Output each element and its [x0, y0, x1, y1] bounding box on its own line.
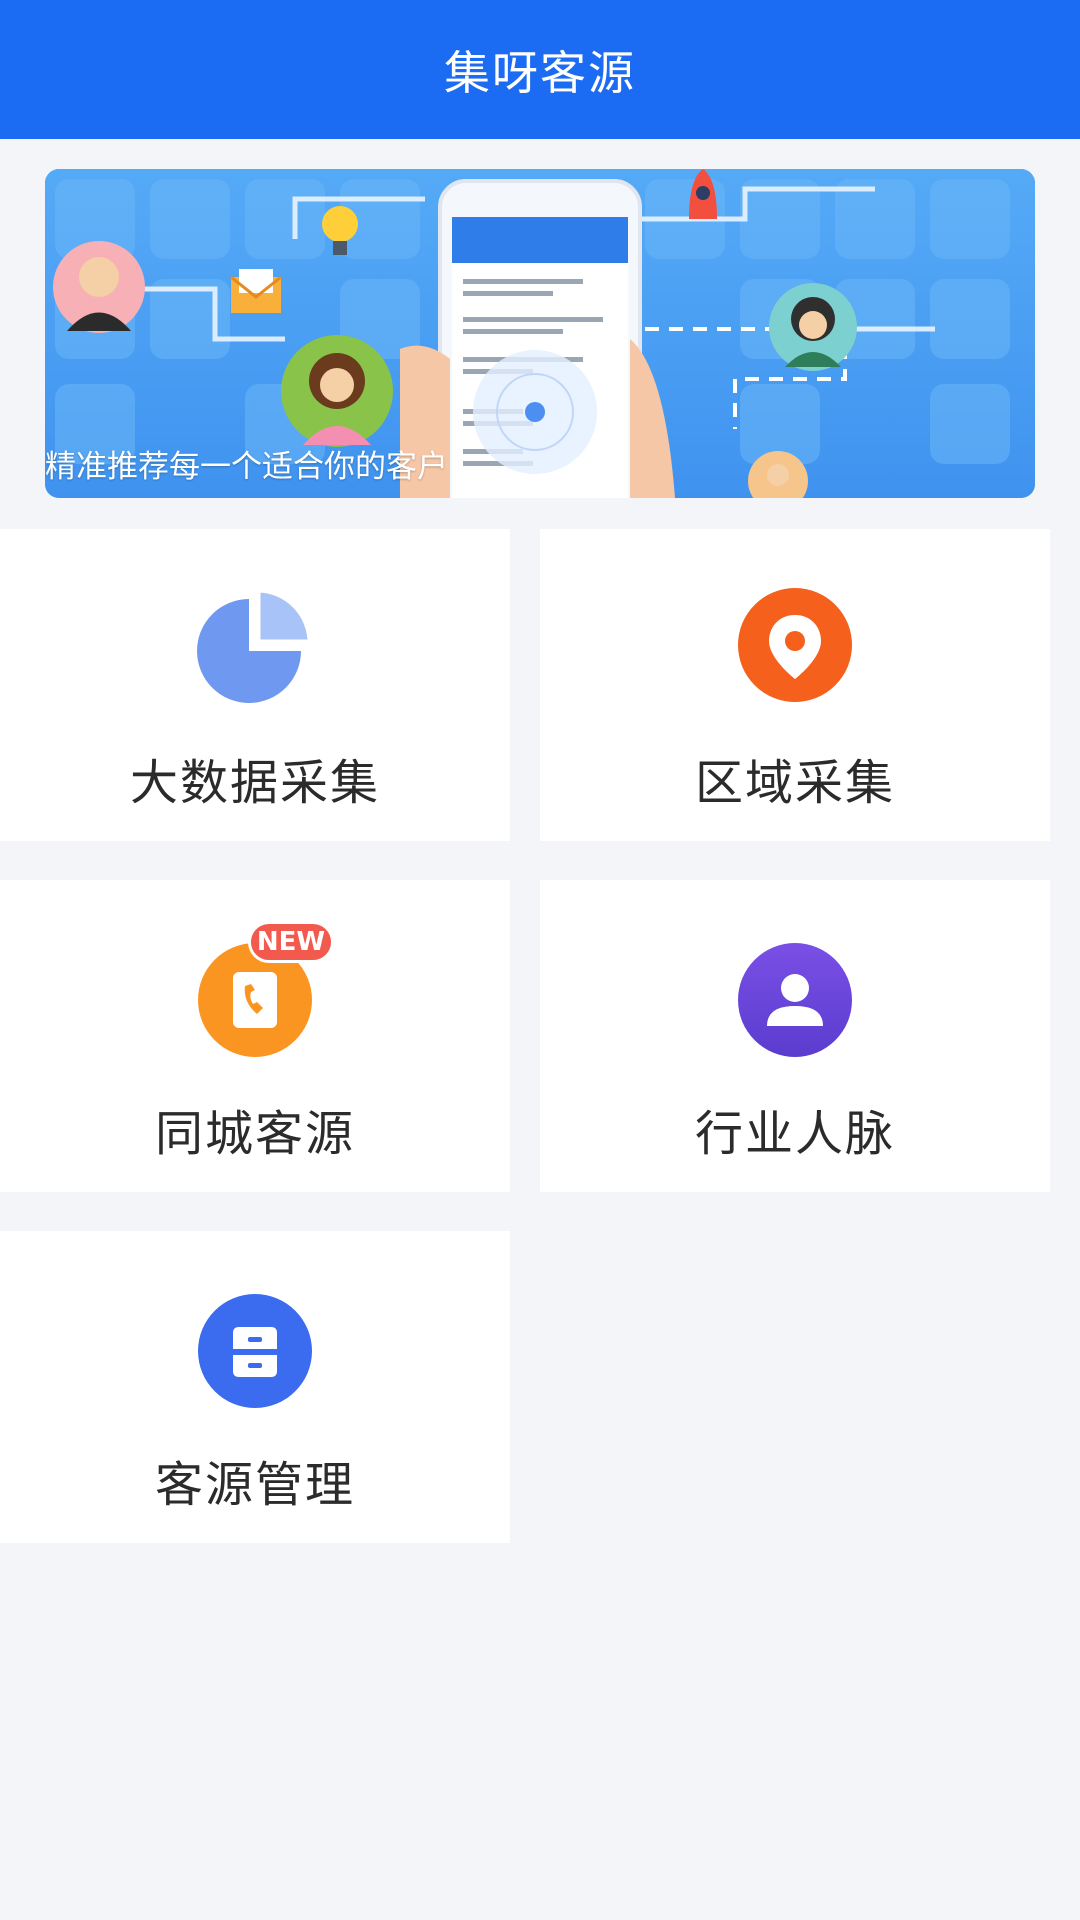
location-pin-icon [738, 588, 852, 702]
page-title: 集呀客源 [444, 45, 636, 100]
big-data-collection-card[interactable]: 大数据采集 [0, 529, 510, 841]
region-collection-card[interactable]: 区域采集 [540, 529, 1050, 841]
local-customers-card[interactable]: NEW 同城客源 [0, 880, 510, 1192]
card-label: 行业人脉 [694, 1106, 895, 1162]
banner-caption: 精准推荐每一个适合你的客户 [45, 449, 448, 485]
industry-contacts-card[interactable]: 行业人脉 [540, 880, 1050, 1192]
card-label: 区域采集 [694, 755, 895, 811]
new-badge-text: NEW [256, 927, 326, 957]
new-badge: NEW [248, 921, 334, 963]
card-label: 同城客源 [154, 1106, 355, 1162]
customer-management-card[interactable]: 客源管理 [0, 1231, 510, 1543]
card-label: 客源管理 [154, 1457, 355, 1513]
drawer-icon [198, 1294, 312, 1408]
pie-chart-icon [197, 589, 311, 703]
person-icon [738, 943, 852, 1057]
app-header: 集呀客源 [0, 0, 1080, 139]
promo-banner[interactable]: 精准推荐每一个适合你的客户 [45, 169, 1035, 498]
card-label: 大数据采集 [129, 755, 380, 811]
